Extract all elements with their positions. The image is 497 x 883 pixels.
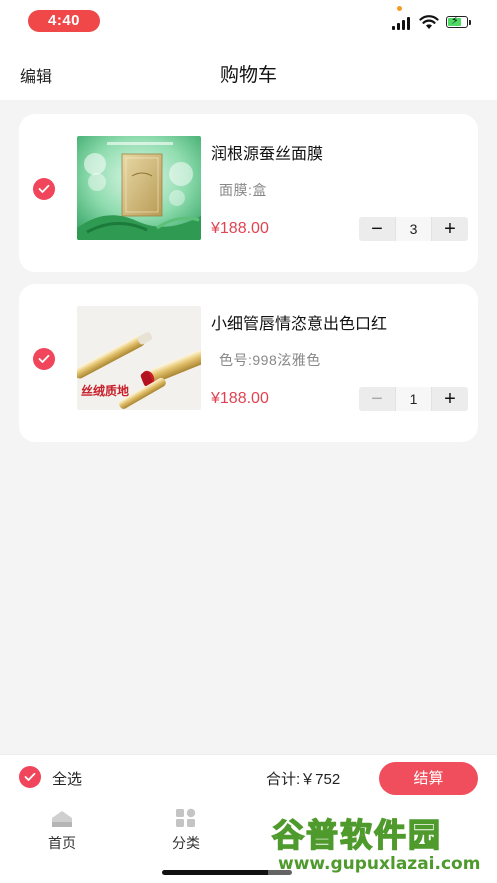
product-image-lipstick[interactable]: 丝绒质地 — [77, 306, 201, 410]
home-icon — [52, 811, 72, 827]
checkmark-icon — [38, 184, 50, 193]
item-checkbox[interactable] — [33, 348, 55, 370]
checkmark-icon — [38, 354, 50, 363]
watermark-logo: 谷普软件园 www.gupuxlazai.com — [268, 806, 497, 883]
product-name[interactable]: 小细管唇情恣意出色口红 — [211, 310, 387, 334]
product-spec: 色号:998泫雅色 — [219, 352, 321, 368]
product-price: ¥188.00 — [211, 390, 269, 407]
quantity-stepper: − 3 + — [359, 217, 468, 241]
decrease-quantity-button[interactable]: − — [359, 387, 395, 411]
status-time: 4:40 — [28, 10, 100, 32]
total-amount: 合计:￥752 — [266, 771, 341, 788]
product-name[interactable]: 润根源蚕丝面膜 — [211, 140, 323, 164]
navigation-header: 编辑 购物车 — [0, 46, 497, 100]
cellular-signal-icon — [392, 16, 412, 30]
quantity-value[interactable]: 1 — [395, 387, 432, 411]
decrease-quantity-button[interactable]: − — [359, 217, 395, 241]
page-title: 购物车 — [219, 65, 277, 86]
checkout-bar: 全选 合计:￥752 结算 — [0, 754, 497, 800]
category-icon — [176, 808, 196, 827]
select-all-checkbox[interactable] — [19, 766, 41, 788]
product-spec: 面膜:盒 — [219, 182, 267, 198]
quantity-stepper: − 1 + — [359, 387, 468, 411]
tab-category-label: 分类 — [172, 835, 200, 851]
increase-quantity-button[interactable]: + — [432, 217, 468, 241]
wifi-icon — [419, 15, 439, 29]
tab-home[interactable]: 首页 — [32, 806, 92, 853]
increase-quantity-button[interactable]: + — [432, 387, 468, 411]
watermark-url: www.gupuxlazai.com — [278, 854, 481, 874]
product-image-face-mask[interactable] — [77, 136, 201, 240]
item-checkbox[interactable] — [33, 178, 55, 200]
tab-category[interactable]: 分类 — [156, 806, 216, 853]
product-price: ¥188.00 — [211, 220, 269, 237]
battery-icon: ⚡ — [446, 15, 468, 28]
cart-item-card: 润根源蚕丝面膜 面膜:盒 ¥188.00 − 3 + — [19, 114, 478, 272]
checkout-button[interactable]: 结算 — [379, 762, 478, 795]
cart-item-card: 丝绒质地 小细管唇情恣意出色口红 色号:998泫雅色 ¥188.00 − 1 + — [19, 284, 478, 442]
lipstick-image-caption: 丝绒质地 — [81, 384, 130, 398]
select-all-label[interactable]: 全选 — [52, 768, 82, 789]
status-bar: 4:40 ⚡ — [0, 0, 497, 46]
quantity-value[interactable]: 3 — [395, 217, 432, 241]
tab-home-label: 首页 — [48, 835, 76, 851]
checkmark-icon — [24, 772, 36, 781]
watermark-title: 谷普软件园 — [271, 815, 443, 855]
battery-tip — [469, 20, 471, 25]
privacy-indicator-icon — [397, 6, 402, 11]
